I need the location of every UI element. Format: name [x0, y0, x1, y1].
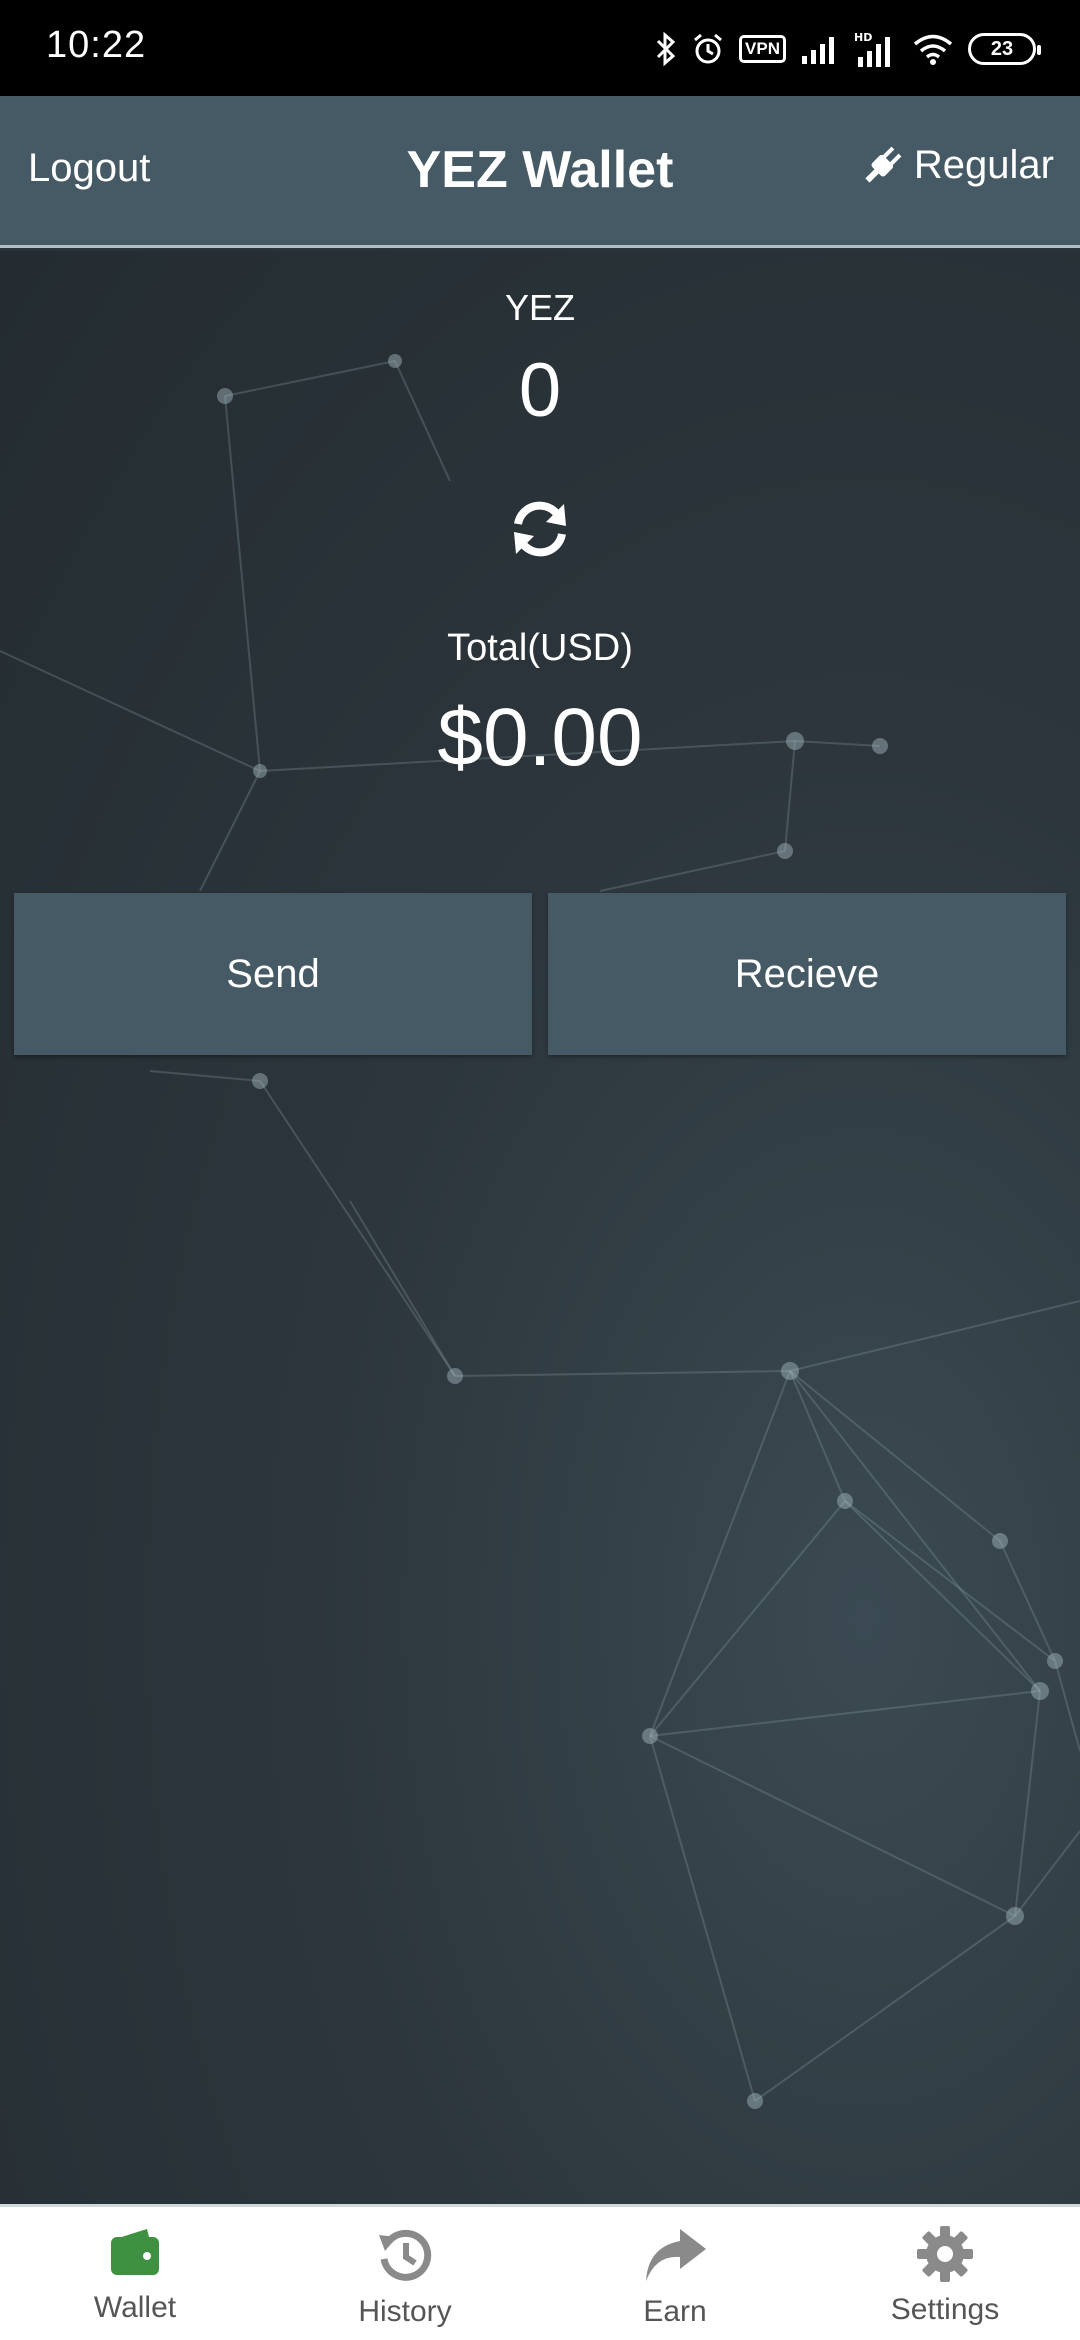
nav-item-wallet[interactable]: Wallet	[0, 2207, 270, 2340]
vpn-badge: VPN	[739, 35, 786, 63]
mode-toggle[interactable]: Regular	[860, 142, 1054, 188]
nav-label-history: History	[358, 2295, 452, 2328]
wifi-icon	[913, 34, 953, 65]
nav-item-settings[interactable]: Settings	[810, 2207, 1080, 2340]
share-arrow-icon	[646, 2229, 706, 2281]
plug-icon	[865, 146, 902, 183]
total-label: Total(USD)	[447, 627, 633, 669]
coin-label: YEZ	[504, 287, 575, 328]
battery-indicator: 23	[968, 33, 1041, 65]
nav-item-history[interactable]: History	[270, 2207, 540, 2340]
signal-icon	[802, 37, 834, 64]
status-icons: VPN HD 23	[655, 28, 1041, 70]
nav-label-wallet: Wallet	[93, 2291, 177, 2324]
status-time: 10:22	[46, 24, 147, 66]
history-icon	[379, 2229, 432, 2281]
app-header: Logout YEZ Wallet Regular	[0, 96, 1080, 248]
coin-amount: 0	[518, 348, 562, 433]
nav-label-settings: Settings	[890, 2293, 1000, 2326]
alarm-icon	[694, 33, 722, 64]
total-amount: $0.00	[437, 692, 643, 783]
bottom-nav: Wallet History Earn Settings	[0, 2204, 1080, 2340]
signal-hd-icon: HD	[854, 31, 890, 67]
bluetooth-icon	[656, 32, 676, 66]
nav-label-earn: Earn	[643, 2295, 707, 2328]
refresh-icon[interactable]	[510, 496, 570, 562]
svg-text:HD: HD	[854, 31, 872, 44]
nav-item-earn[interactable]: Earn	[540, 2207, 810, 2340]
wallet-main: YEZ 0 Total(USD) $0.00 Send Recieve	[0, 251, 1080, 2204]
mode-label: Regular	[913, 142, 1054, 187]
wallet-icon	[111, 2229, 159, 2275]
status-bar: 10:22 VPN HD 23	[0, 0, 1080, 96]
gear-icon	[917, 2226, 973, 2282]
send-button[interactable]: Send	[14, 893, 532, 1055]
receive-button[interactable]: Recieve	[548, 893, 1066, 1055]
